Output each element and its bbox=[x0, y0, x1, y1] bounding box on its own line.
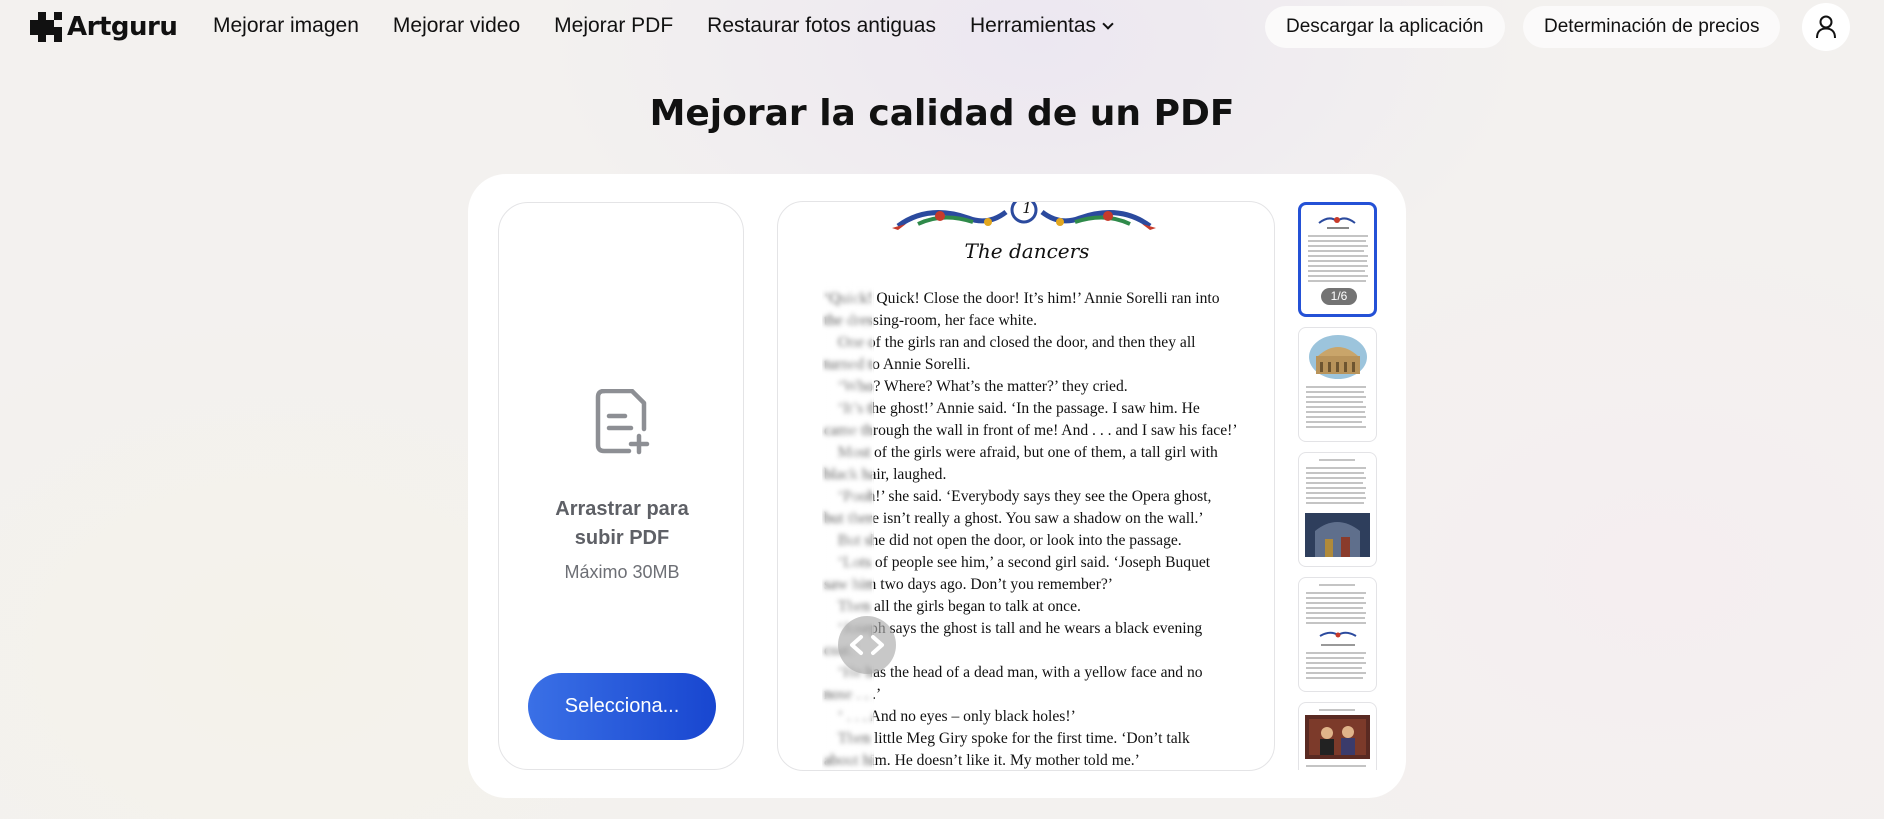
page-body-text: ‘Quick! Quick! Close the door! It’s him!… bbox=[824, 288, 1236, 770]
text-line: One of the girls ran and closed the door… bbox=[838, 334, 1196, 351]
nav-link-mejorar-imagen[interactable]: Mejorar imagen bbox=[213, 14, 359, 38]
thumbnail-page-1[interactable]: 1/6 bbox=[1298, 202, 1377, 317]
page-title: Mejorar la calidad de un PDF bbox=[649, 93, 1235, 134]
brand-name: Artguru bbox=[67, 12, 178, 42]
text-line: black hair, laughed. bbox=[824, 466, 947, 483]
pdf-preview: 1 The dancers ‘Quick! Quick! Close the d… bbox=[777, 201, 1275, 771]
thumbnail-page-2[interactable] bbox=[1298, 327, 1377, 442]
text-line: ‘ . . . And no eyes – only black holes!’ bbox=[838, 708, 1076, 725]
page-5-illustration bbox=[1305, 715, 1370, 759]
opera-house-illustration bbox=[1309, 335, 1367, 379]
drag-text-line-2: subir PDF bbox=[574, 527, 670, 549]
chapter-title: The dancers bbox=[964, 239, 1090, 263]
page-4-ornament-icon bbox=[1319, 631, 1357, 638]
page-3-illustration bbox=[1305, 513, 1370, 557]
brand-logo[interactable]: Artguru bbox=[30, 12, 178, 42]
nav-link-mejorar-video[interactable]: Mejorar video bbox=[393, 14, 520, 38]
nav-link-restaurar-fotos[interactable]: Restaurar fotos antiguas bbox=[707, 14, 936, 38]
text-line: but there isn’t really a ghost. You saw … bbox=[824, 510, 1204, 527]
document-add-icon bbox=[595, 389, 650, 455]
nav-link-mejorar-pdf[interactable]: Mejorar PDF bbox=[554, 14, 673, 38]
page-indicator-badge: 1/6 bbox=[1321, 288, 1357, 305]
pdf-enhancer-card: Arrastrar para subir PDF Máximo 30MB Sel… bbox=[468, 174, 1406, 798]
text-line: ‘Lots of people see him,’ a second girl … bbox=[838, 554, 1211, 571]
pricing-button[interactable]: Determinación de precios bbox=[1523, 6, 1781, 48]
text-line: ‘Who? Where? What’s the matter?’ they cr… bbox=[838, 378, 1128, 395]
upload-dropzone[interactable]: Arrastrar para subir PDF Máximo 30MB Sel… bbox=[498, 202, 744, 770]
text-line: turned to Annie Sorelli. bbox=[824, 356, 971, 373]
text-line: the dressing-room, her face white. bbox=[824, 312, 1038, 329]
chevron-down-icon bbox=[1102, 17, 1114, 30]
thumbnail-page-5[interactable] bbox=[1298, 702, 1377, 770]
nav-dropdown-label: Herramientas bbox=[969, 14, 1097, 37]
user-account-button[interactable] bbox=[1802, 3, 1850, 51]
max-file-size: Máximo 30MB bbox=[564, 562, 680, 582]
text-line: about him. He doesn’t like it. My mother… bbox=[824, 752, 1140, 769]
text-line: Most of the girls were afraid, but one o… bbox=[838, 444, 1218, 461]
text-line: ‘It’s the ghost!’ Annie said. ‘In the pa… bbox=[838, 400, 1200, 417]
drag-instructions: Arrastrar para subir PDF bbox=[499, 495, 745, 553]
nav-links: Mejorar imagen Mejorar video Mejorar PDF… bbox=[213, 14, 1146, 38]
text-line: saw him two days ago. Don’t you remember… bbox=[824, 576, 1113, 593]
download-app-button[interactable]: Descargar la aplicación bbox=[1265, 6, 1505, 48]
text-line: ‘Quick! Quick! Close the door! It’s him!… bbox=[824, 290, 1220, 307]
artguru-logo-icon bbox=[30, 12, 62, 42]
text-line: Then little Meg Giry spoke for the first… bbox=[838, 730, 1190, 747]
compare-divider bbox=[872, 282, 873, 770]
compare-arrows-icon bbox=[850, 635, 884, 655]
nav-dropdown-herramientas[interactable]: Herramientas bbox=[969, 14, 1114, 38]
thumbnail-page-4[interactable] bbox=[1298, 577, 1377, 692]
compare-slider-handle[interactable] bbox=[838, 616, 896, 674]
user-icon bbox=[1816, 15, 1836, 39]
drag-text-line-1: Arrastrar para bbox=[555, 498, 689, 520]
select-file-button[interactable]: Selecciona... bbox=[528, 673, 716, 740]
text-line: But she did not open the door, or look i… bbox=[838, 532, 1182, 549]
thumbnail-page-3[interactable] bbox=[1298, 452, 1377, 567]
top-navigation: Artguru Mejorar imagen Mejorar video Mej… bbox=[0, 0, 1884, 54]
chapter-number: 1 bbox=[1022, 201, 1032, 217]
text-line: Then all the girls began to talk at once… bbox=[838, 598, 1081, 615]
original-side-blur bbox=[822, 282, 874, 770]
text-line: nose . . .’ bbox=[824, 686, 882, 703]
page-thumbnails: 1/6 bbox=[1298, 202, 1378, 770]
text-line: ‘Pooh!’ she said. ‘Everybody says they s… bbox=[838, 488, 1212, 505]
text-line: came through the wall in front of me! An… bbox=[824, 422, 1236, 439]
